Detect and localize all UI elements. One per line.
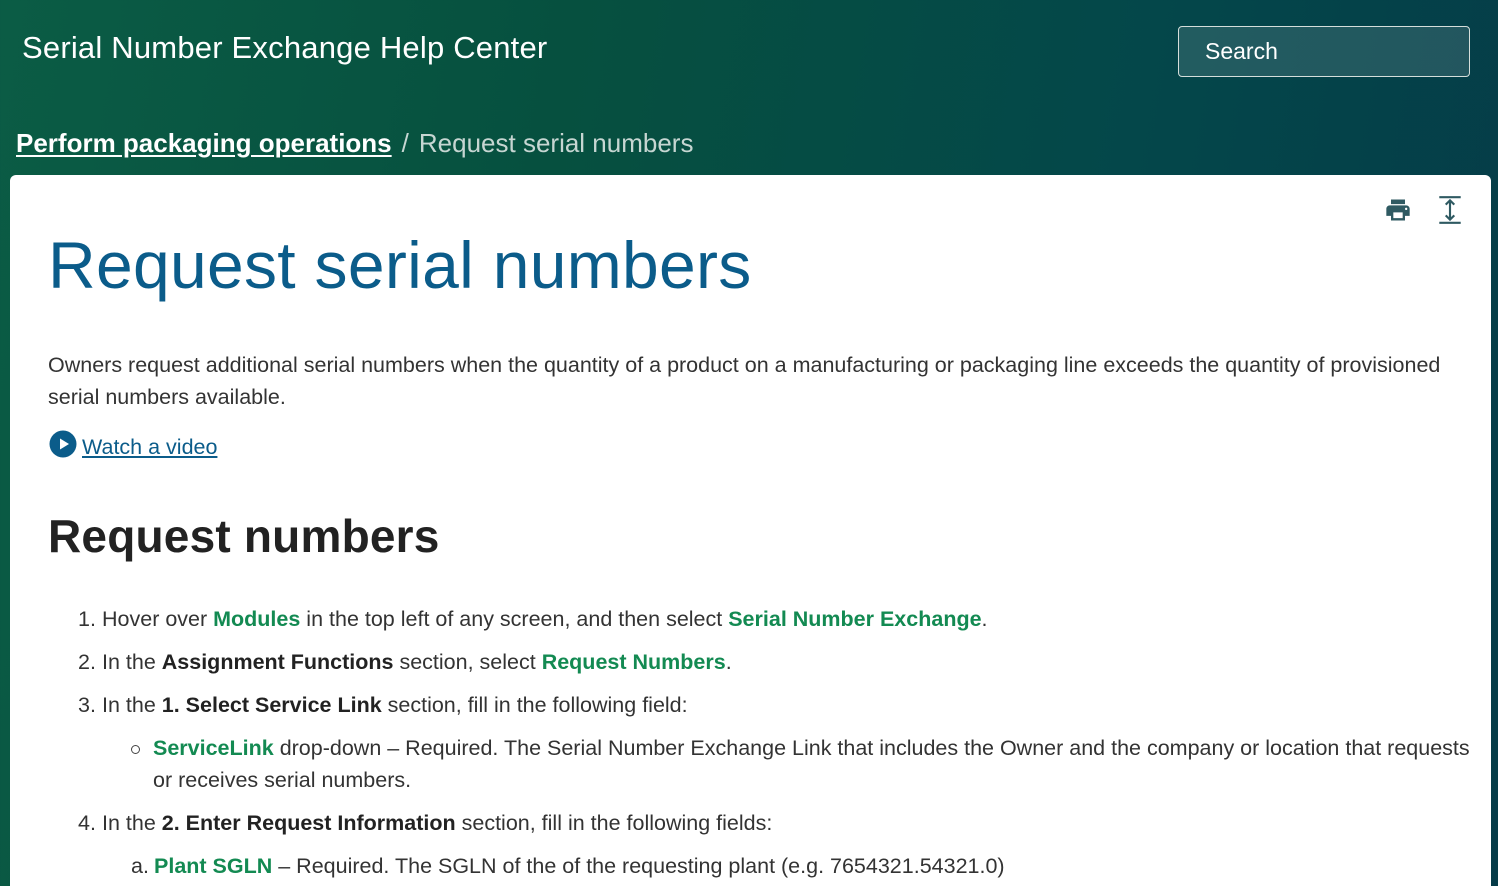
search-input[interactable] <box>1205 38 1498 65</box>
list-item: 4. In the 2. Enter Request Information s… <box>78 807 1478 839</box>
step-number: 1. <box>78 607 96 631</box>
breadcrumb: Perform packaging operations / Request s… <box>16 128 693 159</box>
step-text: In the 2. Enter Request Information sect… <box>102 811 773 835</box>
modules-link[interactable]: Modules <box>213 607 300 631</box>
watch-video-label: Watch a video <box>82 435 218 459</box>
sub-item-text: Plant SGLN – Required. The SGLN of the o… <box>154 854 1005 878</box>
list-item: 1. Hover over Modules in the top left of… <box>78 603 1478 635</box>
plant-sgln-term[interactable]: Plant SGLN <box>154 854 272 878</box>
print-icon[interactable] <box>1383 195 1413 225</box>
sub-item-marker: a. <box>131 854 149 878</box>
sub-list-item: ServiceLink drop-down – Required. The Se… <box>131 732 1478 796</box>
step-text: In the Assignment Functions section, sel… <box>102 650 732 674</box>
step-text: In the 1. Select Service Link section, f… <box>102 693 688 717</box>
search-box[interactable] <box>1178 26 1498 77</box>
intro-paragraph: Owners request additional serial numbers… <box>48 353 1441 409</box>
serial-number-exchange-link[interactable]: Serial Number Exchange <box>728 607 981 631</box>
list-item: 3. In the 1. Select Service Link section… <box>78 689 1478 721</box>
servicelink-term[interactable]: ServiceLink <box>153 736 274 760</box>
article-toolbar <box>1383 195 1465 225</box>
steps-list: 1. Hover over Modules in the top left of… <box>78 603 1478 886</box>
site-title[interactable]: Serial Number Exchange Help Center <box>22 30 547 66</box>
watch-video-link[interactable]: Watch a video <box>48 427 217 460</box>
article-card: Request serial numbers Owners request ad… <box>10 175 1491 886</box>
step-text: Hover over Modules in the top left of an… <box>102 607 988 631</box>
breadcrumb-current: Request serial numbers <box>418 128 694 158</box>
step-number: 3. <box>78 693 96 717</box>
breadcrumb-separator: / <box>401 128 409 158</box>
expand-collapse-icon[interactable] <box>1435 195 1465 225</box>
sub-list-item: a. Plant SGLN – Required. The SGLN of th… <box>131 850 1478 882</box>
page-title: Request serial numbers <box>48 228 752 302</box>
step-number: 2. <box>78 650 96 674</box>
step-number: 4. <box>78 811 96 835</box>
breadcrumb-parent-link[interactable]: Perform packaging operations <box>16 128 392 159</box>
request-numbers-link[interactable]: Request Numbers <box>542 650 726 674</box>
section-heading: Request numbers <box>48 510 440 562</box>
play-icon <box>49 430 77 457</box>
circle-bullet-icon <box>131 732 153 796</box>
sub-item-text: ServiceLink drop-down – Required. The Se… <box>153 736 1470 792</box>
list-item: 2. In the Assignment Functions section, … <box>78 646 1478 678</box>
